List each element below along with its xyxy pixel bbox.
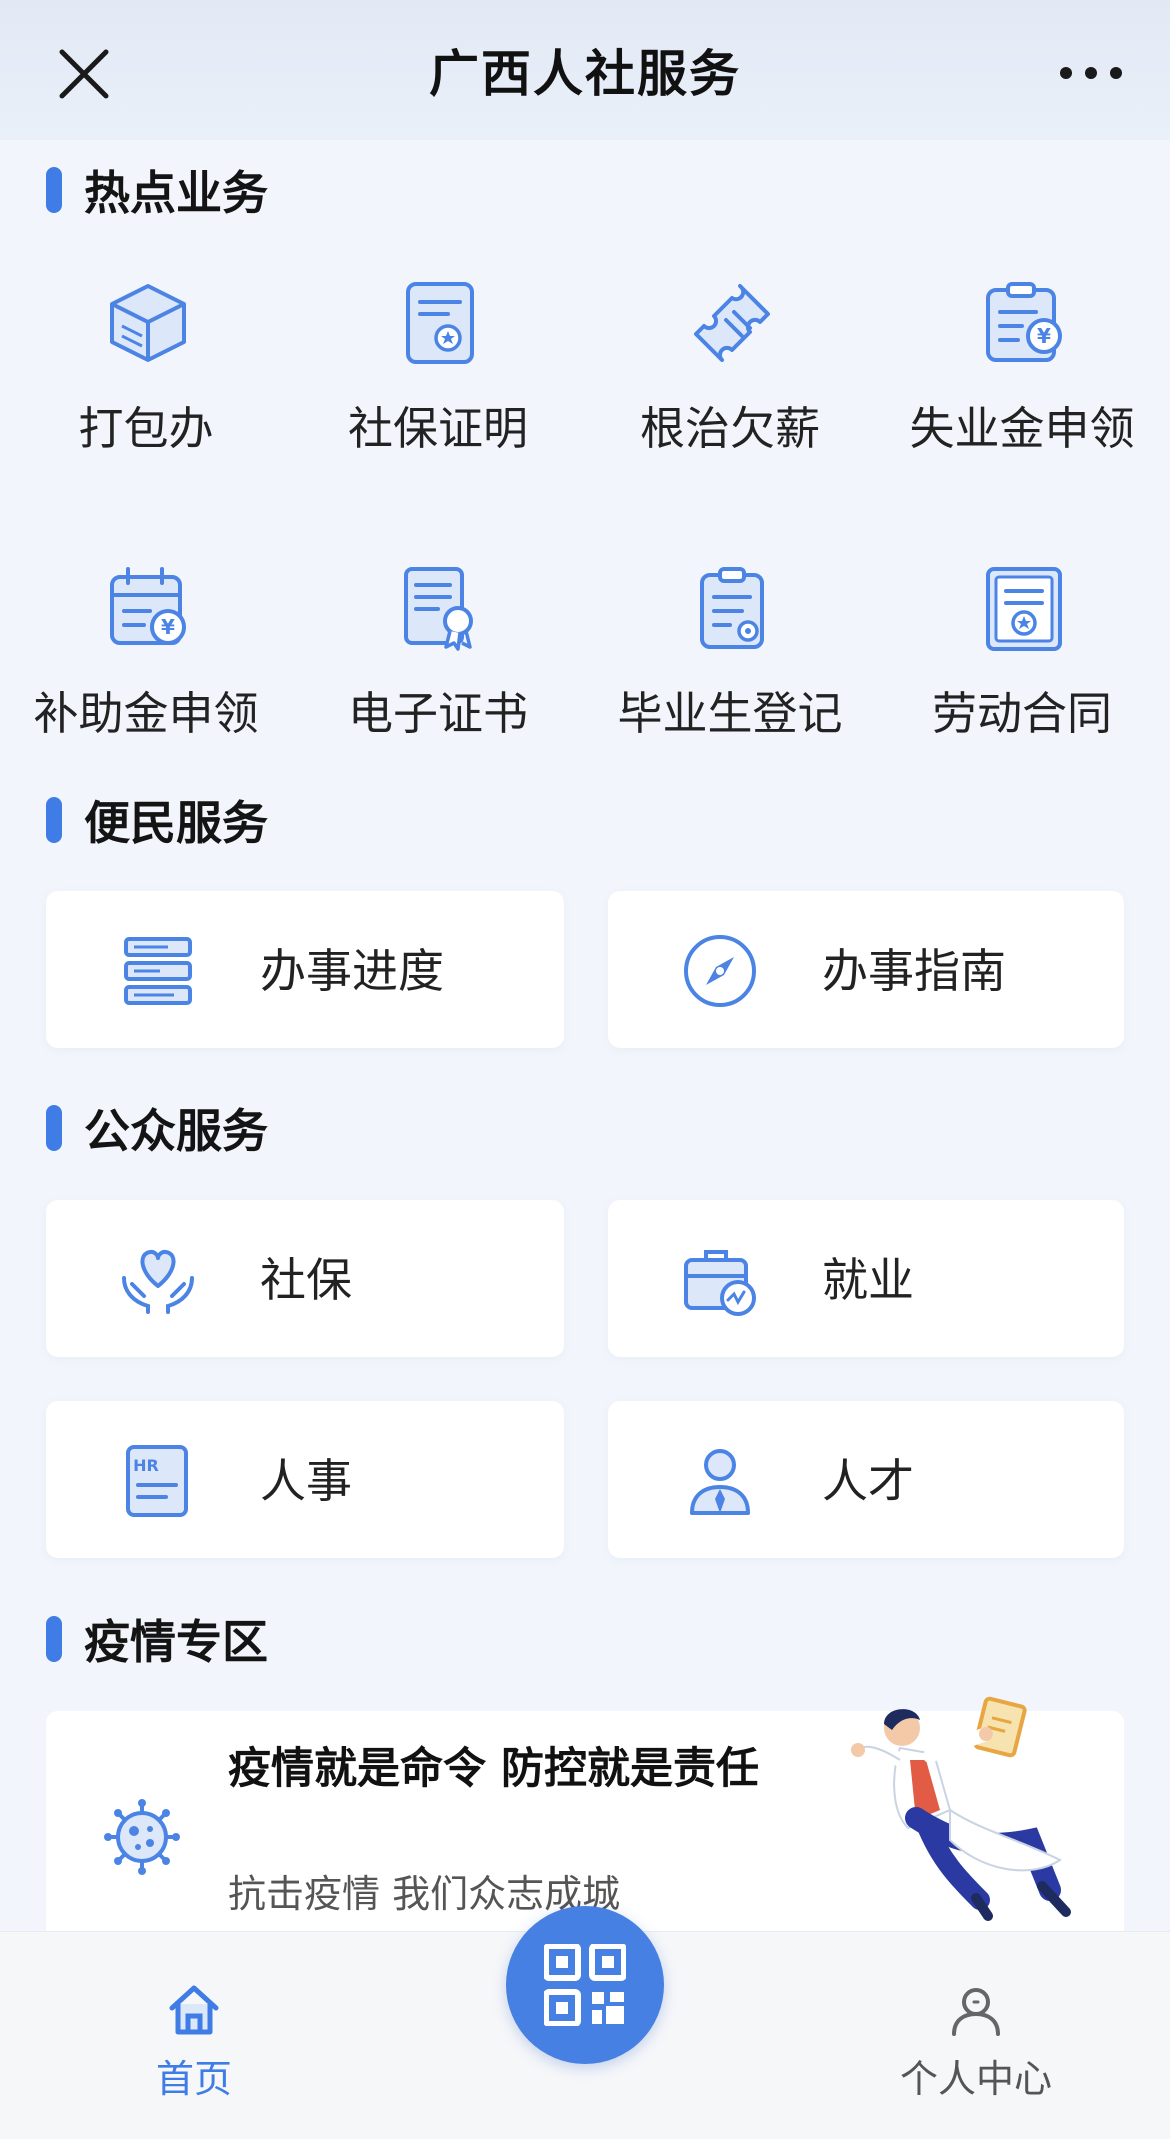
- section-marker: [46, 1105, 62, 1151]
- box-stack-icon: [110, 284, 186, 362]
- hot-item-wage[interactable]: 根治欠薪: [584, 280, 876, 480]
- calendar-money-icon: ¥: [110, 567, 186, 645]
- card-label: 人才: [822, 1454, 914, 1508]
- hot-item-package[interactable]: 打包办: [0, 280, 292, 480]
- award-doc-icon: [404, 567, 473, 651]
- hot-item-subsidy[interactable]: ¥ 补助金申领: [0, 565, 292, 765]
- tab-home[interactable]: 首页: [94, 1932, 294, 2101]
- hot-item-graduate[interactable]: 毕业生登记: [584, 565, 876, 765]
- card-talent[interactable]: 人才: [608, 1401, 1124, 1558]
- section-convenience-label: 便民服务: [84, 796, 268, 850]
- card-label: 就业: [822, 1253, 914, 1307]
- svg-text:¥: ¥: [161, 615, 175, 639]
- hot-item-social-cert[interactable]: 社保证明: [292, 280, 584, 480]
- card-personnel[interactable]: HR 人事: [46, 1401, 564, 1558]
- user-icon: [952, 1988, 1000, 2036]
- section-marker: [46, 167, 62, 213]
- svg-text:HR: HR: [133, 1456, 159, 1475]
- card-label: 人事: [260, 1454, 352, 1508]
- hot-item-label: 电子证书: [347, 687, 528, 740]
- close-icon[interactable]: [52, 42, 116, 106]
- hot-item-label: 根治欠薪: [639, 402, 820, 455]
- section-convenience-title: 便民服务: [46, 790, 268, 850]
- hr-doc-icon: HR: [126, 1445, 188, 1517]
- hot-item-label: 失业金申领: [909, 402, 1135, 455]
- compass-icon: [684, 935, 756, 1007]
- hot-item-e-cert[interactable]: 电子证书: [292, 565, 584, 765]
- ticket-icon: [694, 284, 770, 362]
- page-title: 广西人社服务: [429, 45, 741, 103]
- contract-star-icon: [986, 567, 1062, 651]
- hot-item-label: 劳动合同: [931, 687, 1112, 740]
- svg-text:¥: ¥: [1037, 324, 1051, 348]
- card-progress[interactable]: 办事进度: [46, 891, 564, 1048]
- tab-profile[interactable]: 个人中心: [876, 1932, 1076, 2101]
- card-label: 办事进度: [260, 944, 444, 998]
- more-icon[interactable]: [1056, 58, 1126, 88]
- section-marker: [46, 1616, 62, 1662]
- section-marker: [46, 797, 62, 843]
- tab-profile-label: 个人中心: [899, 2057, 1052, 2101]
- hot-item-contract[interactable]: 劳动合同: [876, 565, 1168, 765]
- scan-button[interactable]: [506, 1906, 664, 2064]
- hot-item-label: 打包办: [78, 402, 214, 455]
- person-tie-icon: [690, 1449, 750, 1515]
- qr-code-icon: [544, 1944, 626, 2026]
- card-label: 办事指南: [822, 944, 1006, 998]
- section-epidemic-title: 疫情专区: [46, 1609, 268, 1669]
- hot-item-label: 补助金申领: [33, 687, 259, 740]
- section-epidemic-label: 疫情专区: [84, 1615, 268, 1669]
- hot-item-label: 毕业生登记: [617, 687, 843, 740]
- progress-list-icon: [124, 937, 192, 1005]
- section-hot-title: 热点业务: [46, 160, 268, 220]
- clipboard-money-icon: ¥: [986, 282, 1062, 362]
- hot-item-label: 社保证明: [347, 402, 528, 455]
- top-bar: 广西人社服务: [0, 0, 1170, 140]
- heart-hands-icon: [122, 1249, 194, 1314]
- card-label: 社保: [260, 1253, 352, 1307]
- section-hot-label: 热点业务: [84, 166, 268, 220]
- section-public-label: 公众服务: [84, 1104, 268, 1158]
- hot-item-unemployment[interactable]: ¥ 失业金申领: [876, 280, 1168, 480]
- card-social-insurance[interactable]: 社保: [46, 1200, 564, 1357]
- clipboard-gear-icon: [700, 567, 764, 649]
- tab-home-label: 首页: [155, 2057, 232, 2101]
- card-guide[interactable]: 办事指南: [608, 891, 1124, 1048]
- card-employment[interactable]: 就业: [608, 1200, 1124, 1357]
- certificate-doc-icon: [406, 282, 474, 364]
- virus-icon: [104, 1799, 180, 1875]
- banner-title: 疫情就是命令 防控就是责任: [228, 1744, 759, 1794]
- home-icon: [169, 1985, 219, 2035]
- briefcase-icon: [684, 1250, 756, 1316]
- doctor-illustration: [851, 1696, 1071, 1921]
- section-public-title: 公众服务: [46, 1098, 268, 1158]
